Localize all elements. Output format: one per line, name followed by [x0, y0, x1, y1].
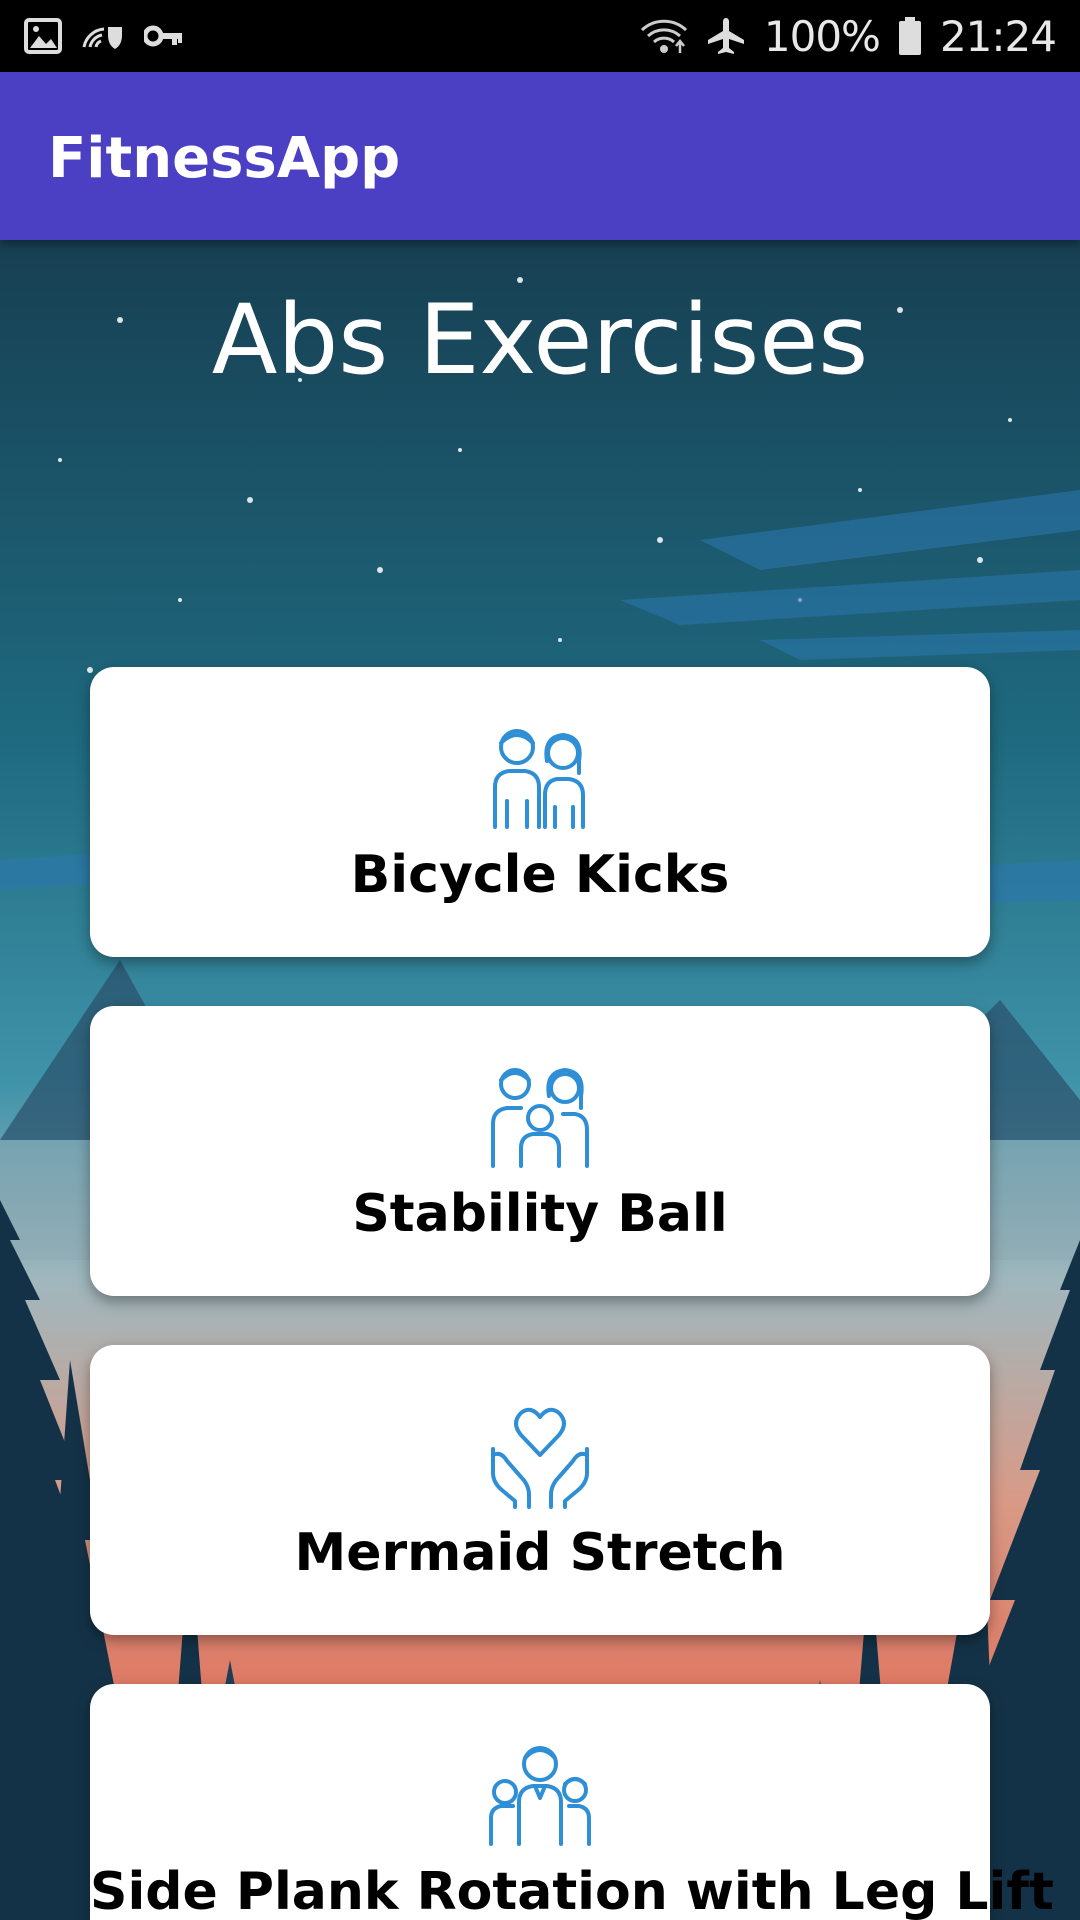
exercise-card-mermaid-stretch[interactable]: Mermaid Stretch: [90, 1345, 990, 1635]
airplane-mode-icon: [706, 16, 746, 56]
battery-percentage: 100%: [763, 11, 881, 61]
wifi-shield-icon: [80, 21, 126, 51]
app-bar: FitnessApp: [0, 72, 1080, 240]
exercise-label: Stability Ball: [352, 1184, 728, 1244]
app-title: FitnessApp: [48, 126, 401, 191]
clock: 21:24: [939, 11, 1057, 61]
vpn-key-icon: [144, 24, 184, 48]
group-icon: [90, 1738, 990, 1848]
exercise-card-side-plank-rotation[interactable]: Side Plank Rotation with Leg Lift: [90, 1684, 1054, 1920]
battery-icon: [898, 16, 922, 56]
family-icon: [90, 1060, 990, 1170]
exercise-card-stability-ball[interactable]: Stability Ball: [90, 1006, 990, 1296]
image-notification-icon: [24, 18, 62, 54]
wifi-icon: [640, 16, 688, 56]
exercise-label: Mermaid Stretch: [294, 1523, 786, 1583]
hands-heart-icon: [90, 1399, 990, 1509]
exercise-card-bicycle-kicks[interactable]: Bicycle Kicks: [90, 667, 990, 957]
page-title: Abs Exercises: [211, 284, 869, 396]
exercise-label: Side Plank Rotation with Leg Lift: [90, 1862, 1054, 1920]
status-bar: 100% 21:24: [0, 0, 1080, 72]
exercise-label: Bicycle Kicks: [350, 845, 730, 905]
couple-icon: [90, 721, 990, 831]
